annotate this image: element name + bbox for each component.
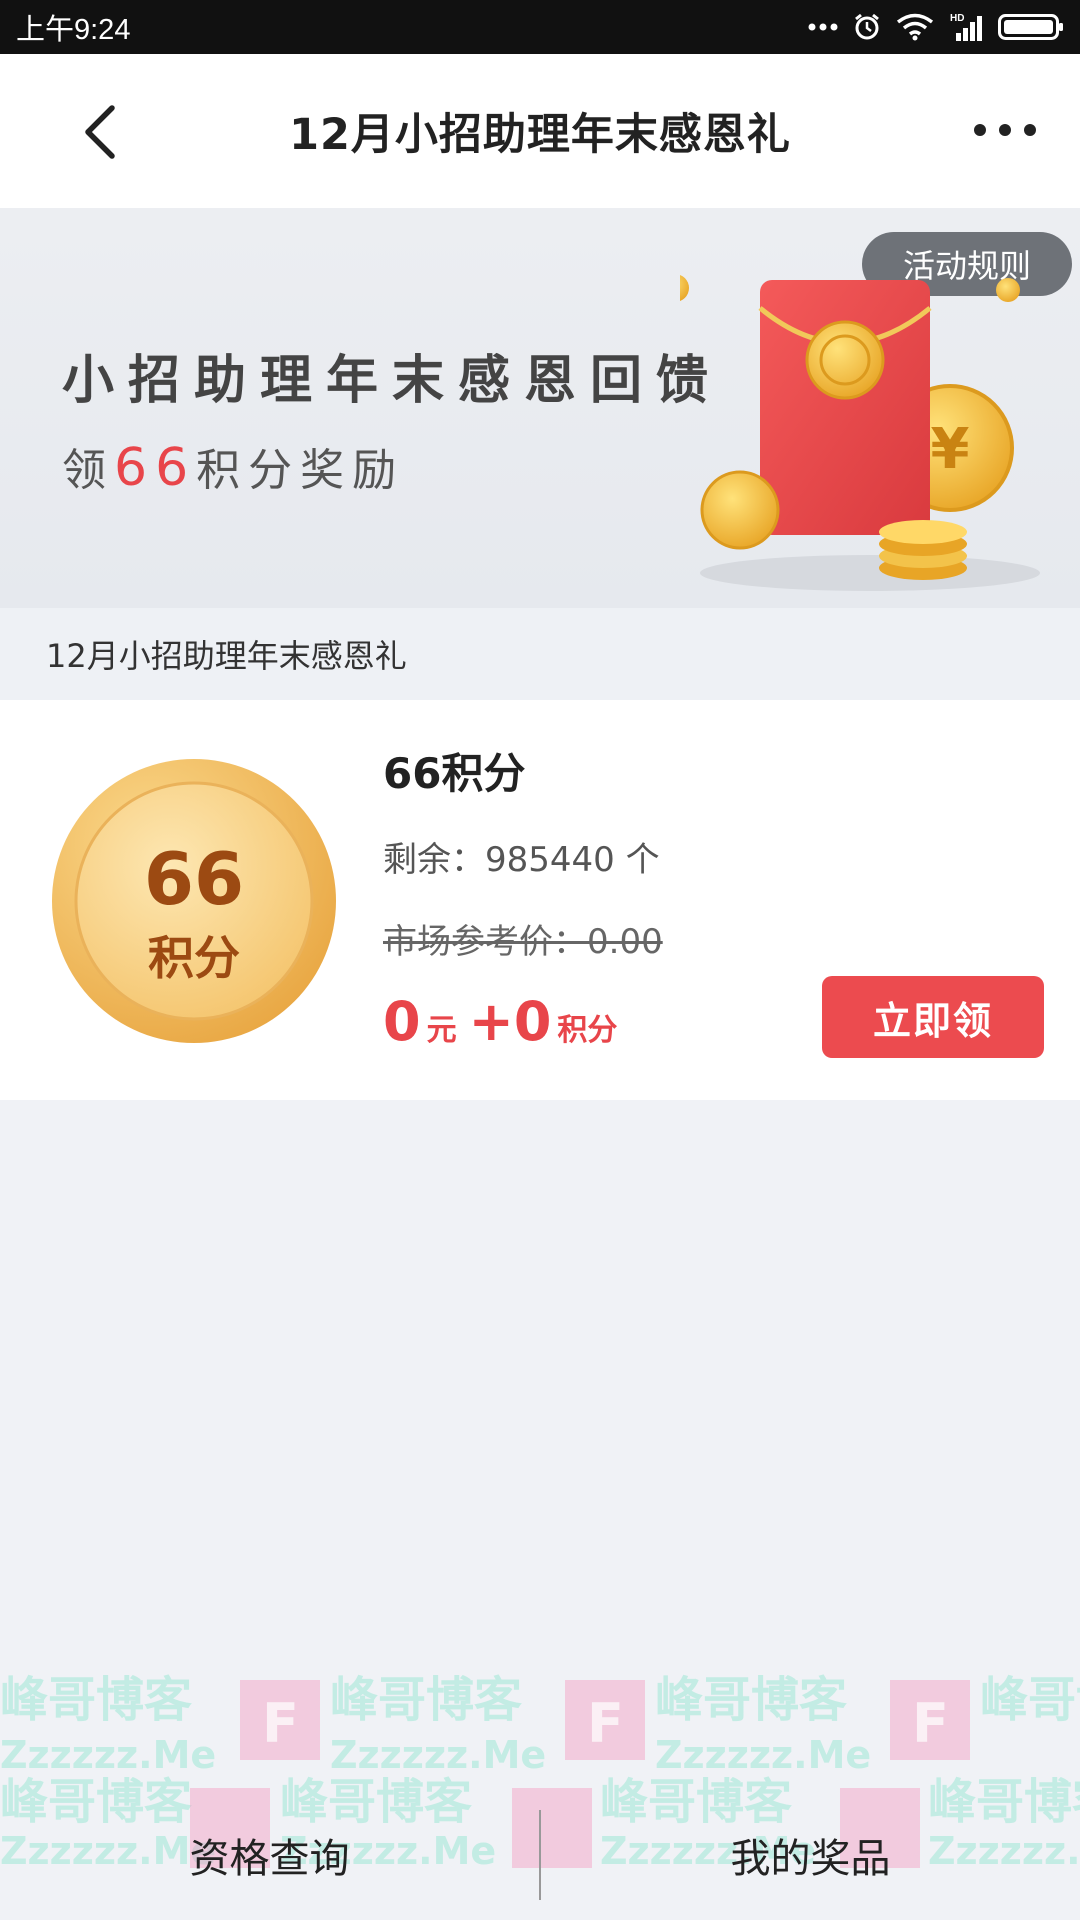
banner-sub-number: 66 [114,438,197,498]
price-points-unit: 积分 [557,1013,618,1048]
alarm-icon [852,12,882,42]
banner-sub-prefix: 领 [62,445,114,496]
price-cash-unit: 元 [426,1013,457,1048]
coin-number: 66 [144,837,244,921]
svg-text:峰哥博客: 峰哥博客 [330,1672,522,1728]
banner-sub-suffix: 积分奖励 [196,445,405,496]
svg-text:¥: ¥ [931,417,970,482]
svg-text:F: F [912,1692,949,1755]
svg-text:Zzzzzz.Me: Zzzzzz.Me [330,1733,546,1777]
svg-text:Zzzzzz.Me: Zzzzzz.Me [0,1733,216,1777]
price-points: 0 [513,990,552,1053]
red-envelope-illustration: ¥ [680,274,1040,591]
claim-now-button[interactable]: 立即领 [822,976,1044,1058]
svg-text:峰哥博客: 峰哥博客 [980,1672,1080,1728]
more-dots-icon [808,22,838,32]
promo-banner: 活动规则 小招助理年末感恩回馈 领66积分奖励 ¥ [0,208,1080,608]
svg-text:F: F [587,1692,624,1755]
qualification-query-tab[interactable]: 资格查询 [0,1826,539,1884]
my-prizes-tab[interactable]: 我的奖品 [541,1826,1080,1884]
status-time: 上午9:24 [16,14,131,46]
svg-text:峰哥博客: 峰哥博客 [655,1672,847,1728]
small-coin-icon [680,274,689,302]
svg-text:HD: HD [950,13,964,24]
market-price: 市场参考价：0.00 [383,922,663,962]
status-bar: 上午9:24 HD [0,0,1080,54]
svg-text:峰哥博客: 峰哥博客 [0,1672,192,1728]
more-dots-icon[interactable] [970,112,1040,148]
reward-card: 66 积分 66积分 剩余：985440 个 市场参考价：0.00 0 元 + … [0,700,1080,1100]
status-icons: HD [808,11,1064,43]
back-chevron-icon[interactable] [78,102,124,162]
page-title: 12月小招助理年末感恩礼 [289,110,791,160]
hd-signal-icon: HD [948,11,984,43]
bottom-bar: 资格查询 我的奖品 [0,1790,1080,1920]
reward-name: 66积分 [383,749,526,798]
coin-label: 积分 [148,931,240,985]
price-cash: 0 [383,990,421,1053]
svg-text:F: F [262,1692,299,1755]
banner-subline: 领66积分奖励 [62,434,404,498]
nav-bar: 12月小招助理年末感恩礼 [0,54,1080,208]
battery-icon [998,13,1064,41]
points-coin-icon: 66 积分 [52,759,336,1043]
wifi-icon [896,13,934,41]
remaining-count: 剩余：985440 个 [383,840,660,880]
price-line: 0 元 + 0 积分 [383,990,617,1053]
banner-headline: 小招助理年末感恩回馈 [62,350,723,411]
price-plus: + [468,990,514,1053]
section-title: 12月小招助理年末感恩礼 [0,608,1080,700]
svg-text:Zzzzzz.Me: Zzzzzz.Me [655,1733,871,1777]
